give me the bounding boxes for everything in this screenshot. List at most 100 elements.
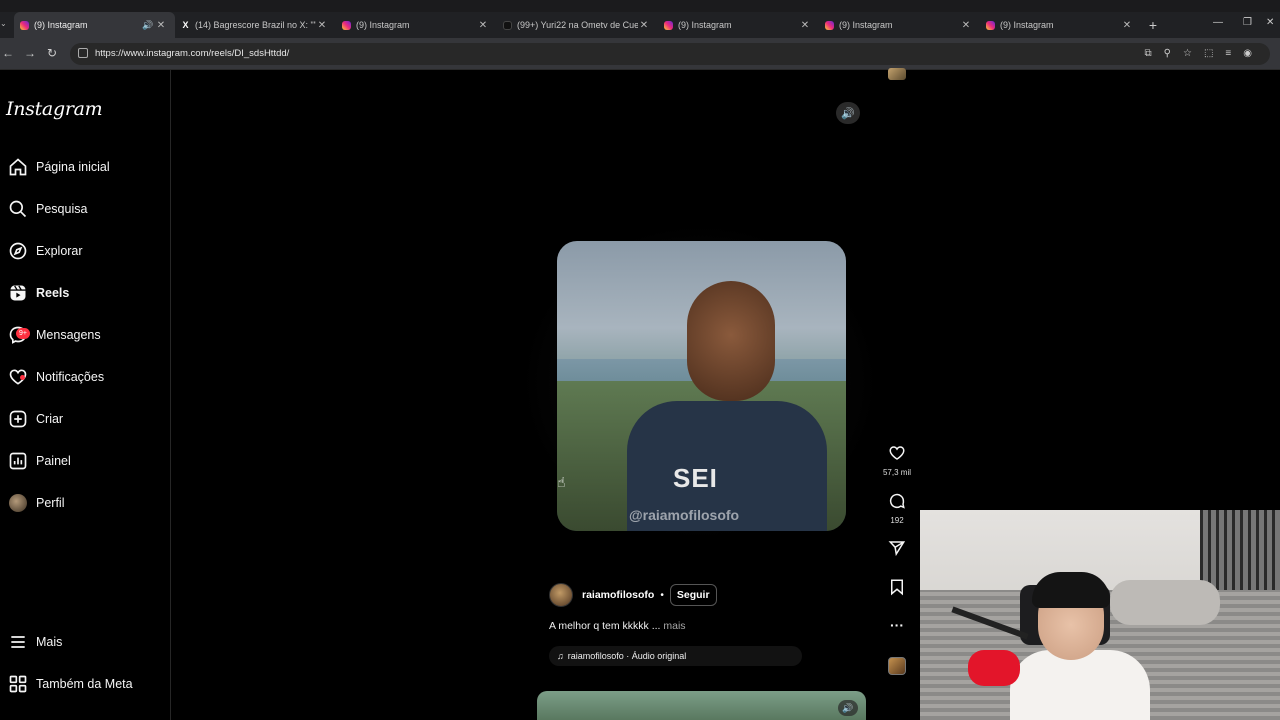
reading-list-icon[interactable]: ≡: [1225, 48, 1231, 59]
install-app-icon[interactable]: ⧉: [1145, 48, 1152, 59]
webcam-person-body: [1010, 650, 1150, 720]
instagram-logo[interactable]: Instagram: [6, 98, 103, 120]
tab-title: (9) Instagram: [1000, 20, 1054, 30]
browser-tab[interactable]: X (14) Bagrescore Brazil no X: ""A ✕: [175, 12, 336, 38]
sidebar-item-dashboard[interactable]: Painel: [0, 443, 171, 479]
messages-badge: 9+: [16, 328, 30, 339]
restore-icon[interactable]: ❐: [1243, 17, 1252, 28]
follow-button[interactable]: Seguir: [669, 584, 717, 606]
audio-label: raiamofilosofo · Áudio original: [567, 651, 687, 661]
meta-grid-icon: [9, 675, 27, 693]
mute-toggle-icon[interactable]: 🔊: [836, 102, 860, 124]
dashboard-icon: [9, 452, 27, 470]
sidebar-item-label: Mensagens: [36, 328, 101, 342]
audio-link[interactable]: ♫ raiamofilosofo · Áudio original: [549, 646, 802, 666]
sidebar-item-more[interactable]: Mais: [0, 624, 171, 660]
instagram-icon: [986, 21, 995, 30]
zoom-icon[interactable]: ⚲: [1164, 48, 1171, 59]
sidebar-item-label: Notificações: [36, 370, 105, 384]
site-info-icon[interactable]: [78, 48, 88, 58]
tab-title: (9) Instagram: [356, 20, 410, 30]
sidebar-item-label: Mais: [36, 635, 63, 649]
browser-tab[interactable]: (9) Instagram ✕: [980, 12, 1141, 38]
x-icon: X: [182, 20, 189, 30]
new-tab-icon[interactable]: +: [1141, 12, 1165, 38]
home-icon: [9, 158, 27, 176]
share-button[interactable]: [880, 539, 914, 562]
previous-reel-audio-thumbnail[interactable]: [888, 68, 906, 80]
like-button[interactable]: 57,3 mil: [880, 444, 914, 477]
save-button[interactable]: [880, 578, 914, 601]
browser-tab[interactable]: (9) Instagram ✕: [658, 12, 819, 38]
reel-video[interactable]: SEI @raiamofilosofo: [557, 241, 846, 531]
menu-icon: [11, 636, 25, 648]
bookmark-star-icon[interactable]: ☆: [1183, 48, 1192, 59]
forward-icon[interactable]: →: [24, 46, 36, 60]
instagram-icon: [20, 21, 29, 30]
browser-tab[interactable]: (99+) Yuri22 na Ometv de Cue ✕: [497, 12, 658, 38]
sidebar-item-label: Reels: [36, 286, 70, 300]
likes-count: 57,3 mil: [882, 468, 911, 477]
notification-dot: [20, 375, 25, 380]
video-person: [627, 271, 827, 531]
browser-tab[interactable]: (9) Instagram ✕: [819, 12, 980, 38]
comment-icon: [889, 493, 905, 509]
next-reel-preview[interactable]: [537, 691, 866, 720]
tab-close-icon[interactable]: ✕: [799, 20, 811, 31]
omnibox-actions: ⧉ ⚲ ☆ ⬚ ≡ ◉: [1145, 48, 1252, 59]
tab-title: (9) Instagram: [34, 20, 88, 30]
sidebar-item-search[interactable]: Pesquisa: [0, 191, 171, 227]
tab-close-icon[interactable]: ✕: [477, 20, 489, 31]
close-window-icon[interactable]: ✕: [1266, 17, 1274, 28]
sidebar-item-label: Painel: [36, 454, 71, 468]
tab-close-icon[interactable]: ✕: [155, 20, 167, 31]
browser-tab[interactable]: (9) Instagram ✕: [336, 12, 497, 38]
tab-search-chevron-icon[interactable]: ⌄: [0, 19, 7, 28]
instagram-icon: [825, 21, 834, 30]
reel-caption: A melhor q tem kkkkk ... mais: [549, 620, 686, 632]
title-strip: [0, 0, 1280, 12]
tiktok-icon: [503, 21, 512, 30]
music-note-icon: ♫: [557, 651, 564, 661]
reels-icon: [10, 285, 26, 301]
profile-icon[interactable]: ◉: [1243, 48, 1252, 59]
search-icon: [9, 200, 27, 218]
reel-author-row: raiamofilosofo • Seguir: [549, 583, 717, 607]
sidebar-item-create[interactable]: Criar: [0, 401, 171, 437]
speaker-icon[interactable]: 🔊: [141, 20, 155, 31]
next-reel-mute-icon[interactable]: 🔊: [838, 700, 858, 716]
author-username[interactable]: raiamofilosofo: [582, 589, 654, 601]
sidebar-item-label: Também da Meta: [36, 677, 133, 691]
omnibox[interactable]: https://www.instagram.com/reels/DI_sdsHt…: [70, 43, 1270, 65]
minimize-icon[interactable]: —: [1213, 17, 1223, 28]
author-separator: •: [660, 589, 664, 601]
caption-more-link[interactable]: mais: [663, 620, 685, 632]
sidebar-item-label: Pesquisa: [36, 202, 88, 216]
tab-close-icon[interactable]: ✕: [1121, 20, 1133, 31]
audio-thumbnail[interactable]: [888, 657, 906, 675]
sidebar-item-reels[interactable]: Reels: [0, 275, 171, 311]
avatar: [9, 494, 27, 512]
comment-button[interactable]: 192: [880, 492, 914, 525]
webcam-pillow: [1110, 580, 1220, 625]
sidebar-item-label: Página inicial: [36, 160, 110, 174]
author-avatar[interactable]: [549, 583, 573, 607]
more-options-icon[interactable]: ···: [880, 617, 914, 633]
tab-close-icon[interactable]: ✕: [638, 20, 650, 31]
extensions-icon[interactable]: ⬚: [1204, 48, 1213, 59]
back-icon[interactable]: ←: [2, 46, 14, 60]
url-text[interactable]: https://www.instagram.com/reels/DI_sdsHt…: [95, 48, 289, 59]
sidebar-item-home[interactable]: Página inicial: [0, 149, 171, 185]
reload-icon[interactable]: ↻: [47, 46, 57, 60]
instagram-sidebar: Instagram Página inicial Pesquisa Explor…: [0, 70, 171, 720]
browser-tab[interactable]: (9) Instagram 🔊 ✕: [14, 12, 175, 38]
sidebar-item-notifications[interactable]: Notificações: [0, 359, 171, 395]
tab-close-icon[interactable]: ✕: [316, 20, 328, 31]
sidebar-item-messages[interactable]: 9+ Mensagens: [0, 317, 171, 353]
sidebar-item-profile[interactable]: Perfil: [0, 485, 171, 521]
sidebar-item-label: Criar: [36, 412, 64, 426]
heart-icon: [889, 446, 905, 460]
sidebar-item-explore[interactable]: Explorar: [0, 233, 171, 269]
tab-close-icon[interactable]: ✕: [960, 20, 972, 31]
sidebar-item-also-from-meta[interactable]: Também da Meta: [0, 666, 171, 702]
